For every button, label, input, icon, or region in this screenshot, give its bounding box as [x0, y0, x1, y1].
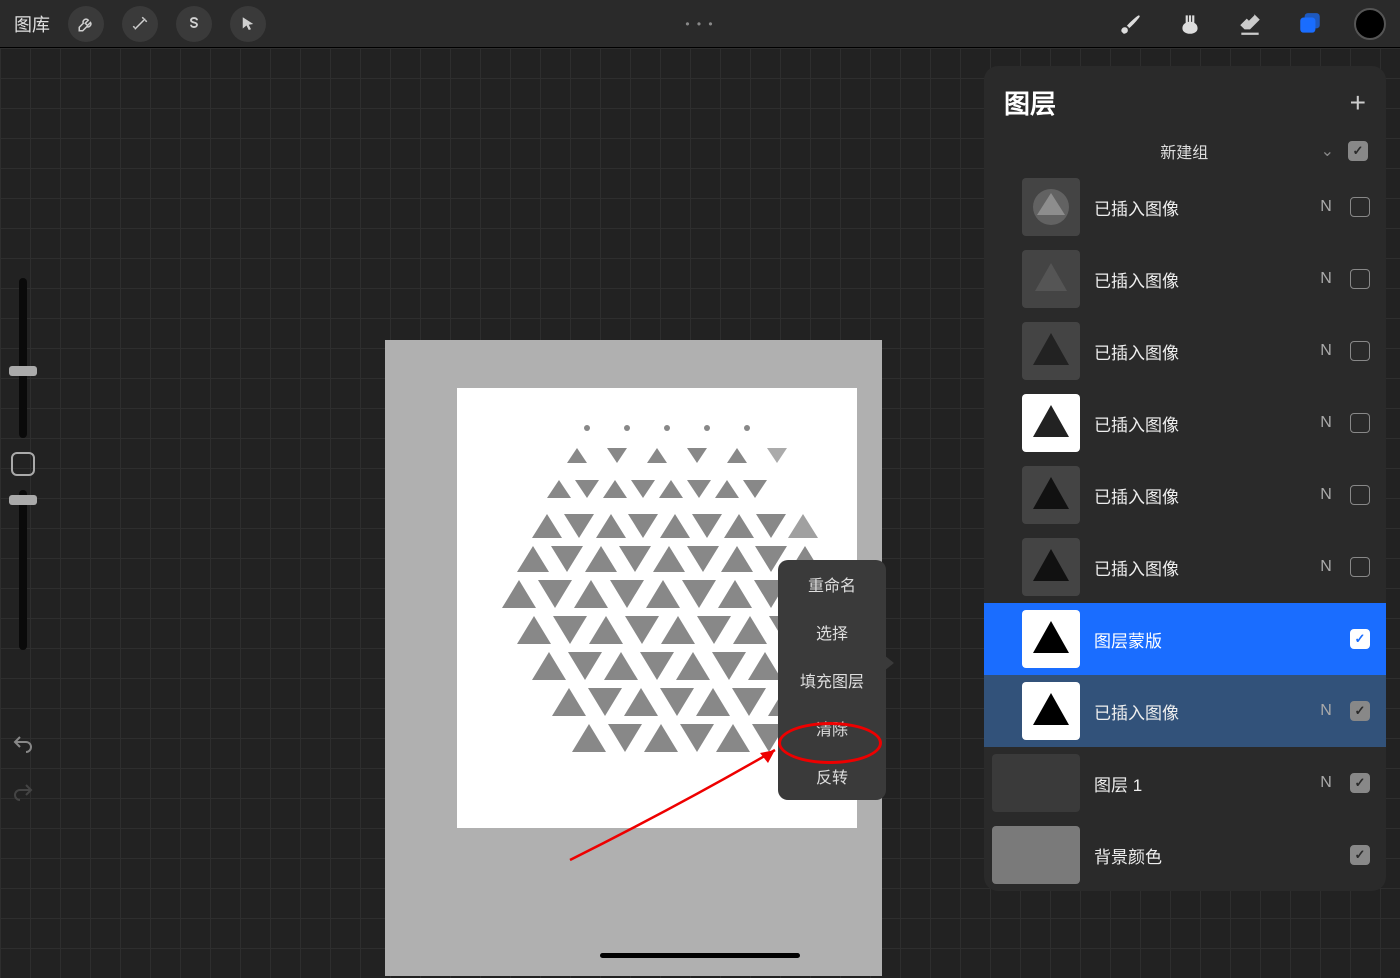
layer-thumbnail — [1022, 178, 1080, 236]
blend-mode-letter[interactable]: N — [1316, 198, 1336, 216]
blend-mode-letter[interactable]: N — [1316, 702, 1336, 720]
eraser-icon — [1237, 11, 1263, 37]
layer-row[interactable]: 已插入图像 N — [984, 459, 1386, 531]
layer-group-row[interactable]: 新建组 ⌄ ✓ — [984, 133, 1386, 171]
layer-row-background[interactable]: 背景颜色 ✓ — [984, 819, 1386, 891]
layer-row[interactable]: 已插入图像 N ✓ — [984, 675, 1386, 747]
layer-name: 已插入图像 — [1094, 411, 1302, 436]
visibility-checkbox[interactable] — [1350, 485, 1370, 505]
s-icon — [185, 15, 203, 33]
slider-thumb[interactable] — [9, 366, 37, 376]
layer-row[interactable]: 已插入图像 N — [984, 171, 1386, 243]
layer-thumbnail — [1022, 466, 1080, 524]
layer-name: 已插入图像 — [1094, 267, 1302, 292]
transform-tool-button[interactable] — [230, 6, 266, 42]
layer-name: 已插入图像 — [1094, 483, 1302, 508]
add-layer-button[interactable]: + — [1350, 87, 1366, 119]
brush-opacity-slider[interactable] — [19, 490, 27, 650]
visibility-checkbox[interactable] — [1350, 197, 1370, 217]
arrow-cursor-icon — [239, 15, 257, 33]
chevron-down-icon[interactable]: ⌄ — [1321, 141, 1334, 161]
gallery-button[interactable]: 图库 — [14, 11, 50, 37]
layer-row[interactable]: 已插入图像 N — [984, 531, 1386, 603]
smudge-icon — [1177, 11, 1203, 37]
blend-mode-letter[interactable]: N — [1316, 270, 1336, 288]
context-fill[interactable]: 填充图层 — [778, 656, 886, 704]
layer-name: 已插入图像 — [1094, 699, 1302, 724]
layer-context-menu: 重命名 选择 填充图层 清除 反转 — [778, 560, 886, 800]
layer-thumbnail — [992, 826, 1080, 884]
redo-icon — [11, 781, 35, 805]
layer-name: 已插入图像 — [1094, 555, 1302, 580]
layer-thumbnail — [1022, 322, 1080, 380]
layer-thumbnail — [1022, 538, 1080, 596]
visibility-checkbox[interactable]: ✓ — [1350, 773, 1370, 793]
layer-row[interactable]: 已插入图像 N — [984, 243, 1386, 315]
layer-name: 图层 1 — [1094, 771, 1302, 796]
visibility-checkbox[interactable]: ✓ — [1350, 845, 1370, 865]
modify-indicator-icon[interactable]: • • • — [685, 17, 714, 31]
redo-button[interactable] — [8, 778, 38, 808]
context-rename[interactable]: 重命名 — [778, 560, 886, 608]
visibility-checkbox[interactable] — [1350, 413, 1370, 433]
visibility-checkbox[interactable] — [1350, 269, 1370, 289]
layer-name: 已插入图像 — [1094, 195, 1302, 220]
context-clear[interactable]: 清除 — [778, 704, 886, 752]
layers-tool-button[interactable] — [1294, 8, 1326, 40]
brush-icon — [1117, 11, 1143, 37]
context-select[interactable]: 选择 — [778, 608, 886, 656]
adjustments-tool-button[interactable] — [122, 6, 158, 42]
layers-panel: 图层 + 新建组 ⌄ ✓ 已插入图像 N 已插入图像 N 已插入图像 N 已插入… — [984, 66, 1386, 891]
smudge-tool-button[interactable] — [1174, 8, 1206, 40]
visibility-checkbox[interactable] — [1350, 341, 1370, 361]
context-invert[interactable]: 反转 — [778, 752, 886, 800]
layer-thumbnail — [992, 754, 1080, 812]
group-label: 新建组 — [1002, 139, 1307, 163]
layer-row[interactable]: 已插入图像 N — [984, 387, 1386, 459]
layers-panel-title: 图层 — [1004, 84, 1056, 121]
layer-thumbnail — [1022, 682, 1080, 740]
slider-thumb[interactable] — [9, 495, 37, 505]
blend-mode-letter[interactable]: N — [1316, 774, 1336, 792]
visibility-checkbox[interactable]: ✓ — [1350, 629, 1370, 649]
blend-mode-letter[interactable]: N — [1316, 486, 1336, 504]
visibility-checkbox[interactable]: ✓ — [1350, 701, 1370, 721]
layer-thumbnail — [1022, 250, 1080, 308]
layer-row[interactable]: 图层 1 N ✓ — [984, 747, 1386, 819]
selection-tool-button[interactable] — [176, 6, 212, 42]
home-indicator[interactable] — [600, 953, 800, 958]
wrench-icon — [77, 15, 95, 33]
layer-name: 背景颜色 — [1094, 843, 1302, 868]
brush-size-opacity-sliders — [6, 278, 40, 650]
eraser-tool-button[interactable] — [1234, 8, 1266, 40]
modify-button[interactable] — [11, 452, 35, 476]
blend-mode-letter[interactable]: N — [1316, 414, 1336, 432]
layer-row-mask[interactable]: 图层蒙版 ✓ — [984, 603, 1386, 675]
color-picker-button[interactable] — [1354, 8, 1386, 40]
undo-icon — [11, 733, 35, 757]
visibility-checkbox[interactable] — [1350, 557, 1370, 577]
brush-size-slider[interactable] — [19, 278, 27, 438]
layer-thumbnail — [1022, 610, 1080, 668]
blend-mode-letter[interactable]: N — [1316, 342, 1336, 360]
layers-icon — [1297, 11, 1323, 37]
layer-name: 图层蒙版 — [1094, 627, 1302, 652]
top-toolbar: 图库 • • • — [0, 0, 1400, 48]
layer-name: 已插入图像 — [1094, 339, 1302, 364]
layer-row[interactable]: 已插入图像 N — [984, 315, 1386, 387]
undo-button[interactable] — [8, 730, 38, 760]
wrench-tool-button[interactable] — [68, 6, 104, 42]
group-visibility-checkbox[interactable]: ✓ — [1348, 141, 1368, 161]
blend-mode-letter[interactable]: N — [1316, 558, 1336, 576]
wand-icon — [131, 15, 149, 33]
brush-tool-button[interactable] — [1114, 8, 1146, 40]
layer-thumbnail — [1022, 394, 1080, 452]
